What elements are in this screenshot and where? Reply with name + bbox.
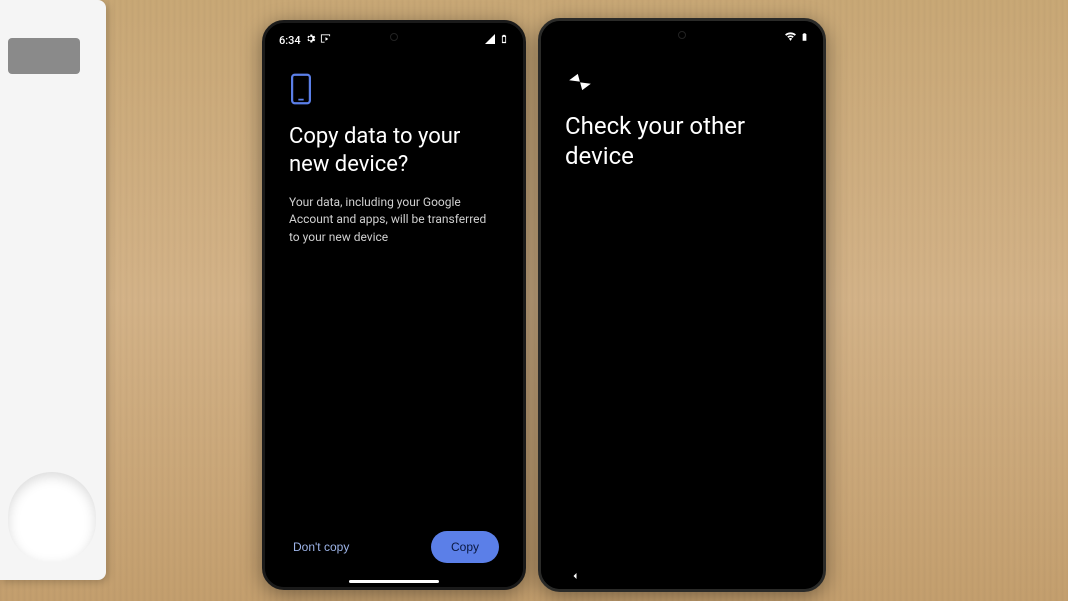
battery-icon: [499, 32, 509, 49]
setup-title: Copy data to your new device?: [289, 123, 499, 178]
phone-outline-icon: [289, 73, 313, 105]
phone-left-screen: 6:34: [265, 23, 523, 587]
nav-handle[interactable]: [349, 580, 439, 583]
phone-right: Check your other device: [538, 18, 826, 592]
status-time: 6:34: [279, 34, 301, 47]
cast-icon: [320, 33, 331, 47]
battery-icon: [800, 30, 809, 47]
status-bar: 6:34: [265, 31, 523, 49]
dont-copy-button[interactable]: Don't copy: [289, 532, 353, 562]
wifi-icon: [784, 30, 797, 46]
phone-left: 6:34: [262, 20, 526, 590]
gear-icon: [305, 33, 316, 47]
check-device-title: Check your other device: [565, 111, 799, 171]
copy-button[interactable]: Copy: [431, 531, 499, 563]
signal-icon: [484, 33, 496, 48]
back-icon[interactable]: [569, 567, 581, 579]
side-buttons: [825, 136, 826, 196]
setup-description: Your data, including your Google Account…: [289, 194, 499, 246]
phone-right-screen: Check your other device: [541, 21, 823, 589]
packaging-box: [0, 0, 106, 580]
status-bar: [541, 29, 823, 47]
transfer-arrows-icon: [565, 71, 595, 93]
